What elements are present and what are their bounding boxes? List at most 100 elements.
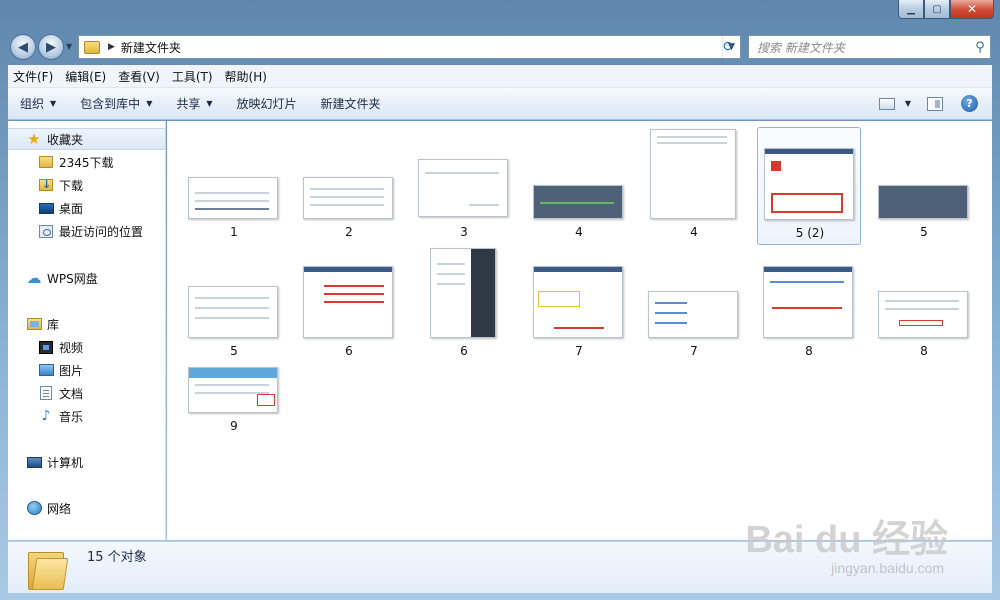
nav-computer-label: 计算机: [47, 455, 84, 470]
title-bar: ▁ ▢ ✕: [0, 0, 1000, 30]
search-input[interactable]: 搜索 新建文件夹: [749, 39, 970, 56]
folder-icon: [84, 40, 100, 54]
menu-edit[interactable]: 编辑(E): [60, 68, 111, 85]
chevron-down-icon: ▼: [146, 99, 153, 108]
file-item[interactable]: 8: [872, 246, 976, 364]
file-item[interactable]: 7: [642, 246, 746, 364]
nav-favorites-label: 收藏夹: [47, 132, 84, 147]
organize-label: 组织: [20, 97, 45, 111]
file-name: 7: [690, 344, 698, 358]
file-item[interactable]: 4: [642, 127, 746, 245]
nav-item-documents[interactable]: 文档: [8, 382, 166, 404]
include-in-library-label: 包含到库中: [80, 97, 141, 111]
preview-pane-icon[interactable]: [927, 96, 943, 111]
nav-item-label: 文档: [59, 386, 84, 401]
documents-icon: [38, 386, 54, 400]
new-folder-label: 新建文件夹: [320, 97, 381, 111]
file-item[interactable]: 2: [297, 127, 401, 245]
help-icon[interactable]: ?: [961, 95, 978, 112]
include-in-library-button[interactable]: 包含到库中 ▼: [68, 95, 164, 112]
refresh-icon: ⟳: [723, 39, 735, 55]
recent-places-icon: [38, 224, 54, 238]
image-thumbnail: [533, 266, 623, 338]
file-item-selected[interactable]: 5 (2): [757, 127, 861, 245]
nav-network[interactable]: 网络: [8, 497, 166, 519]
forward-button[interactable]: ▶: [38, 34, 64, 60]
share-button[interactable]: 共享 ▼: [164, 95, 224, 112]
image-thumbnail: [303, 266, 393, 338]
back-button[interactable]: ◀: [10, 34, 36, 60]
search-icon[interactable]: ⚲: [970, 40, 990, 55]
image-thumbnail: [418, 159, 508, 217]
menu-file[interactable]: 文件(F): [8, 68, 58, 85]
image-thumbnail: [763, 266, 853, 338]
file-name: 2: [345, 225, 353, 239]
image-thumbnail: [303, 177, 393, 219]
nav-item-label: 下载: [59, 178, 84, 193]
breadcrumb-current[interactable]: 新建文件夹: [121, 39, 181, 56]
nav-item-label: 视频: [59, 340, 84, 355]
views-icon[interactable]: [878, 97, 895, 110]
nav-item-videos[interactable]: 视频: [8, 336, 166, 358]
refresh-button[interactable]: ⟳: [717, 35, 741, 59]
navigation-pane: ★ 收藏夹 2345下载 下载 桌面 最近访问的位置 ☁ WPS网盘 库 视频 …: [8, 121, 166, 540]
close-button[interactable]: ✕: [950, 0, 994, 19]
organize-button[interactable]: 组织 ▼: [8, 95, 68, 112]
nav-item-desktop[interactable]: 桌面: [8, 197, 166, 219]
nav-item-music[interactable]: ♪ 音乐: [8, 405, 166, 427]
address-row: ◀ ▶ ▼ ▶ 新建文件夹 ▼ ⟳ 搜索 新建文件夹 ⚲: [0, 30, 1000, 62]
download-folder-icon: [38, 178, 54, 192]
nav-item-pictures[interactable]: 图片: [8, 359, 166, 381]
menu-bar: 文件(F) 编辑(E) 查看(V) 工具(T) 帮助(H): [8, 65, 992, 88]
folder-icon: [28, 548, 69, 590]
menu-view[interactable]: 查看(V): [113, 68, 165, 85]
image-thumbnail: [533, 185, 623, 219]
file-name: 3: [460, 225, 468, 239]
nav-libraries[interactable]: 库: [8, 313, 166, 335]
views-dropdown[interactable]: ▼: [905, 99, 911, 108]
nav-wps-cloud[interactable]: ☁ WPS网盘: [8, 267, 166, 289]
file-item[interactable]: 6: [412, 246, 516, 364]
library-icon: [26, 317, 42, 331]
arrow-right-icon: ▶: [46, 39, 56, 55]
menu-help[interactable]: 帮助(H): [220, 68, 272, 85]
maximize-button[interactable]: ▢: [924, 0, 950, 19]
file-name: 4: [690, 225, 698, 239]
nav-item-downloads[interactable]: 下载: [8, 174, 166, 196]
file-item[interactable]: 7: [527, 246, 631, 364]
file-list: 1 2 3 4 4 5 (2) 5 5 6 6 7 7 8 8 9: [167, 121, 992, 540]
menu-tools[interactable]: 工具(T): [167, 68, 218, 85]
file-name: 1: [230, 225, 238, 239]
nav-computer[interactable]: 计算机: [8, 451, 166, 473]
nav-network-label: 网络: [47, 501, 72, 516]
file-item[interactable]: 5: [872, 127, 976, 245]
image-thumbnail: [764, 148, 854, 220]
chevron-down-icon: ▼: [50, 99, 57, 108]
image-thumbnail: [188, 367, 278, 413]
breadcrumb-chevron-icon[interactable]: ▶: [108, 42, 115, 52]
file-item[interactable]: 3: [412, 127, 516, 245]
minimize-button[interactable]: ▁: [898, 0, 924, 19]
recent-pages-dropdown[interactable]: ▼: [66, 42, 72, 51]
file-item[interactable]: 8: [757, 246, 861, 364]
search-box[interactable]: 搜索 新建文件夹 ⚲: [748, 35, 991, 59]
caption-buttons: ▁ ▢ ✕: [898, 0, 994, 19]
file-item[interactable]: 1: [182, 127, 286, 245]
nav-item-2345-download[interactable]: 2345下载: [8, 151, 166, 173]
nav-item-recent-places[interactable]: 最近访问的位置: [8, 220, 166, 242]
file-item[interactable]: 6: [297, 246, 401, 364]
item-count: 15 个对象: [87, 550, 147, 565]
new-folder-button[interactable]: 新建文件夹: [309, 95, 393, 112]
slideshow-button[interactable]: 放映幻灯片: [225, 95, 309, 112]
file-item[interactable]: 4: [527, 127, 631, 245]
network-icon: [26, 501, 42, 515]
nav-wps-label: WPS网盘: [47, 271, 98, 286]
file-name: 7: [575, 344, 583, 358]
image-thumbnail: [650, 129, 736, 219]
folder-icon: [38, 155, 54, 169]
file-name: 9: [230, 419, 238, 433]
nav-favorites[interactable]: ★ 收藏夹: [8, 128, 166, 150]
file-item[interactable]: 9: [182, 321, 286, 439]
baidu-watermark: Bai du 经验: [745, 519, 948, 561]
address-bar[interactable]: ▶ 新建文件夹 ▼: [78, 35, 741, 59]
